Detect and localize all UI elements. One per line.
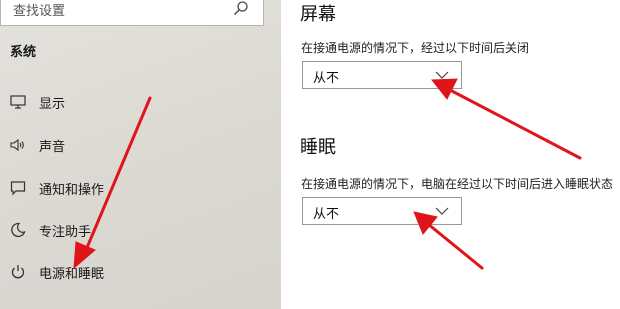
sleep-description: 在接通电源的情况下，电脑在经过以下时间后进入睡眠状态 bbox=[301, 177, 614, 191]
dropdown-value: 从不 bbox=[313, 71, 340, 86]
settings-sidebar: 查找设置 系统 显示 声音 通知和操作 专注助手 电源和睡眠 bbox=[0, 0, 281, 309]
power-sleep-panel: 屏幕 在接通电源的情况下，经过以下时间后关闭 从不 睡眠 在接通电源的情况下，电… bbox=[281, 0, 620, 309]
chevron-down-icon bbox=[435, 207, 449, 215]
sidebar-item-label: 电源和睡眠 bbox=[39, 267, 105, 282]
section-title: 系统 bbox=[10, 45, 37, 60]
sidebar-item-label: 专注助手 bbox=[39, 225, 92, 240]
chevron-down-icon bbox=[435, 71, 449, 79]
search-box[interactable]: 查找设置 bbox=[0, 0, 264, 26]
sleep-timeout-dropdown[interactable]: 从不 bbox=[302, 197, 462, 225]
monitor-icon bbox=[10, 95, 26, 109]
dropdown-value: 从不 bbox=[313, 207, 340, 222]
sidebar-item-label: 通知和操作 bbox=[39, 183, 105, 198]
screen-timeout-dropdown[interactable]: 从不 bbox=[302, 61, 462, 89]
sleep-heading: 睡眠 bbox=[300, 137, 336, 158]
sidebar-item-focus-assist[interactable]: 专注助手 bbox=[0, 212, 281, 248]
sidebar-item-label: 声音 bbox=[39, 140, 66, 155]
sidebar-item-notifications[interactable]: 通知和操作 bbox=[0, 170, 281, 206]
moon-icon bbox=[11, 222, 26, 238]
sidebar-item-sound[interactable]: 声音 bbox=[0, 127, 281, 163]
power-icon bbox=[11, 265, 25, 279]
message-icon bbox=[10, 181, 26, 196]
search-placeholder[interactable]: 查找设置 bbox=[13, 0, 65, 19]
speaker-icon bbox=[10, 138, 24, 152]
screen-heading: 屏幕 bbox=[300, 4, 336, 25]
search-icon bbox=[234, 1, 248, 15]
screen-description: 在接通电源的情况下，经过以下时间后关闭 bbox=[301, 41, 530, 55]
sidebar-item-power-sleep[interactable]: 电源和睡眠 bbox=[0, 254, 281, 290]
sidebar-item-label: 显示 bbox=[39, 97, 66, 112]
sidebar-item-display[interactable]: 显示 bbox=[0, 84, 281, 120]
